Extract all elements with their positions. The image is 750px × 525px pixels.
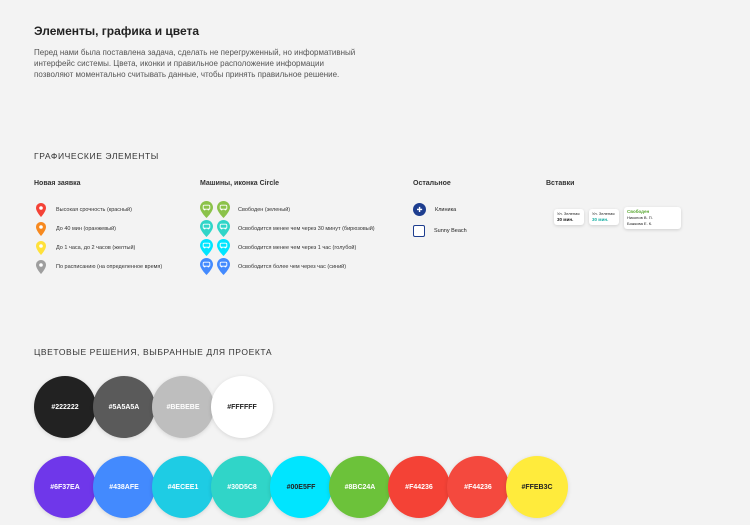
page-description: Перед нами была поставлена задача, сдела… [34, 48, 356, 79]
list-item: Свободен (зеленый) [200, 200, 375, 219]
cars-list: Свободен (зеленый) Освободится менее чем … [200, 200, 375, 276]
map-pin-icon [36, 202, 46, 217]
car-pin-icon [217, 239, 230, 256]
other-list: ✚ Клиника Sunny Beach [413, 199, 467, 241]
color-swatch-label: #5A5A5A [108, 403, 140, 411]
list-item: По расписанию (на определенное время) [36, 257, 162, 276]
color-swatch: #8BC24A [329, 456, 391, 518]
new-request-item-label: До 1 часа, до 2 часов (желтый) [56, 244, 136, 251]
cars-heading: Машины, иконка Circle [200, 180, 280, 187]
color-swatch-label: #00E5FF [286, 483, 316, 491]
color-swatch-label: #F44236 [464, 483, 492, 491]
color-swatch-label: #F44236 [405, 483, 433, 491]
other-item-label: Клиника [435, 206, 457, 213]
car-pin-icon [200, 239, 213, 256]
color-swatch: #4ECEE1 [152, 456, 214, 518]
color-swatch: #FFEB3C [506, 456, 568, 518]
car-item-label: Освободится более чем через час (синий) [238, 263, 347, 270]
color-swatch-label: #6F37EA [50, 483, 80, 491]
color-swatch-label: #438AFE [109, 483, 139, 491]
list-item: Освободится менее чем через 30 минут (би… [200, 219, 375, 238]
car-item-label: Свободен (зеленый) [238, 206, 291, 213]
new-request-item-label: Высокая срочность (красный) [56, 206, 132, 213]
color-swatch: #5A5A5A [93, 376, 155, 438]
inserts-heading: Вставки [546, 180, 575, 187]
color-swatch: #00E5FF [270, 456, 332, 518]
list-item: До 40 мин (оранжевый) [36, 219, 162, 238]
tooltip-time: 30 мин. [557, 217, 574, 222]
list-item: ✚ Клиника [413, 199, 467, 220]
insert-tooltip-1: Ул. Зеленая 30 мин. [554, 209, 584, 225]
colors-section-heading: ЦВЕТОВЫЕ РЕШЕНИЯ, ВЫБРАННЫЕ ДЛЯ ПРОЕКТА [34, 347, 273, 357]
car-pin-icon [200, 220, 213, 237]
map-pin-icon [36, 240, 46, 255]
map-pin-icon [36, 221, 46, 236]
car-pin-icon [217, 220, 230, 237]
car-icons [200, 220, 230, 237]
other-heading: Остальное [413, 180, 451, 187]
car-icons [200, 258, 230, 275]
car-item-label: Освободится менее чем через 1 час (голуб… [238, 244, 357, 251]
list-item: Освободится более чем через час (синий) [200, 257, 375, 276]
new-request-list: Высокая срочность (красный) До 40 мин (ор… [36, 200, 162, 276]
car-pin-icon [217, 258, 230, 275]
color-swatch: #222222 [34, 376, 96, 438]
color-swatch: #30D5C8 [211, 456, 273, 518]
color-swatch-label: #222222 [51, 403, 79, 411]
new-request-heading: Новая заявка [34, 180, 81, 187]
color-swatch-label: #FFEB3C [521, 483, 553, 491]
color-swatch: #6F37EA [34, 456, 96, 518]
insert-tooltip-3: Свободен Никонов В. П. Божкова Е. К. [624, 207, 681, 229]
other-item-label: Sunny Beach [434, 227, 467, 234]
tooltip-time: 30 мин. [592, 217, 609, 222]
clinic-icon: ✚ [413, 203, 426, 216]
list-item: Освободится менее чем через 1 час (голуб… [200, 238, 375, 257]
car-pin-icon [200, 201, 213, 218]
color-swatch-label: #8BC24A [344, 483, 376, 491]
color-swatch: #FFFFFF [211, 376, 273, 438]
car-pin-icon [200, 258, 213, 275]
list-item: Высокая срочность (красный) [36, 200, 162, 219]
tooltip-status: Свободен [627, 209, 650, 214]
color-swatch: #BEBEBE [152, 376, 214, 438]
color-swatch: #F44236 [388, 456, 450, 518]
page-title: Элементы, графика и цвета [34, 24, 200, 38]
insert-tooltip-2: Ул. Зеленая 30 мин. [589, 209, 619, 225]
color-swatch: #F44236 [447, 456, 509, 518]
color-swatch: #438AFE [93, 456, 155, 518]
color-swatch-label: #4ECEE1 [167, 483, 199, 491]
car-item-label: Освободится менее чем через 30 минут (би… [238, 225, 375, 232]
color-swatch-label: #FFFFFF [227, 403, 257, 411]
tooltip-driver: Божкова Е. К. [627, 221, 653, 226]
building-icon [413, 224, 425, 237]
color-swatch-label: #BEBEBE [166, 403, 200, 411]
graphic-section-heading: ГРАФИЧЕСКИЕ ЭЛЕМЕНТЫ [34, 151, 159, 161]
new-request-item-label: До 40 мин (оранжевый) [56, 225, 117, 232]
car-pin-icon [217, 201, 230, 218]
list-item: До 1 часа, до 2 часов (желтый) [36, 238, 162, 257]
car-icons [200, 239, 230, 256]
color-swatch-label: #30D5C8 [227, 483, 257, 491]
map-pin-icon [36, 259, 46, 274]
car-icons [200, 201, 230, 218]
list-item: Sunny Beach [413, 220, 467, 241]
new-request-item-label: По расписанию (на определенное время) [56, 263, 163, 270]
